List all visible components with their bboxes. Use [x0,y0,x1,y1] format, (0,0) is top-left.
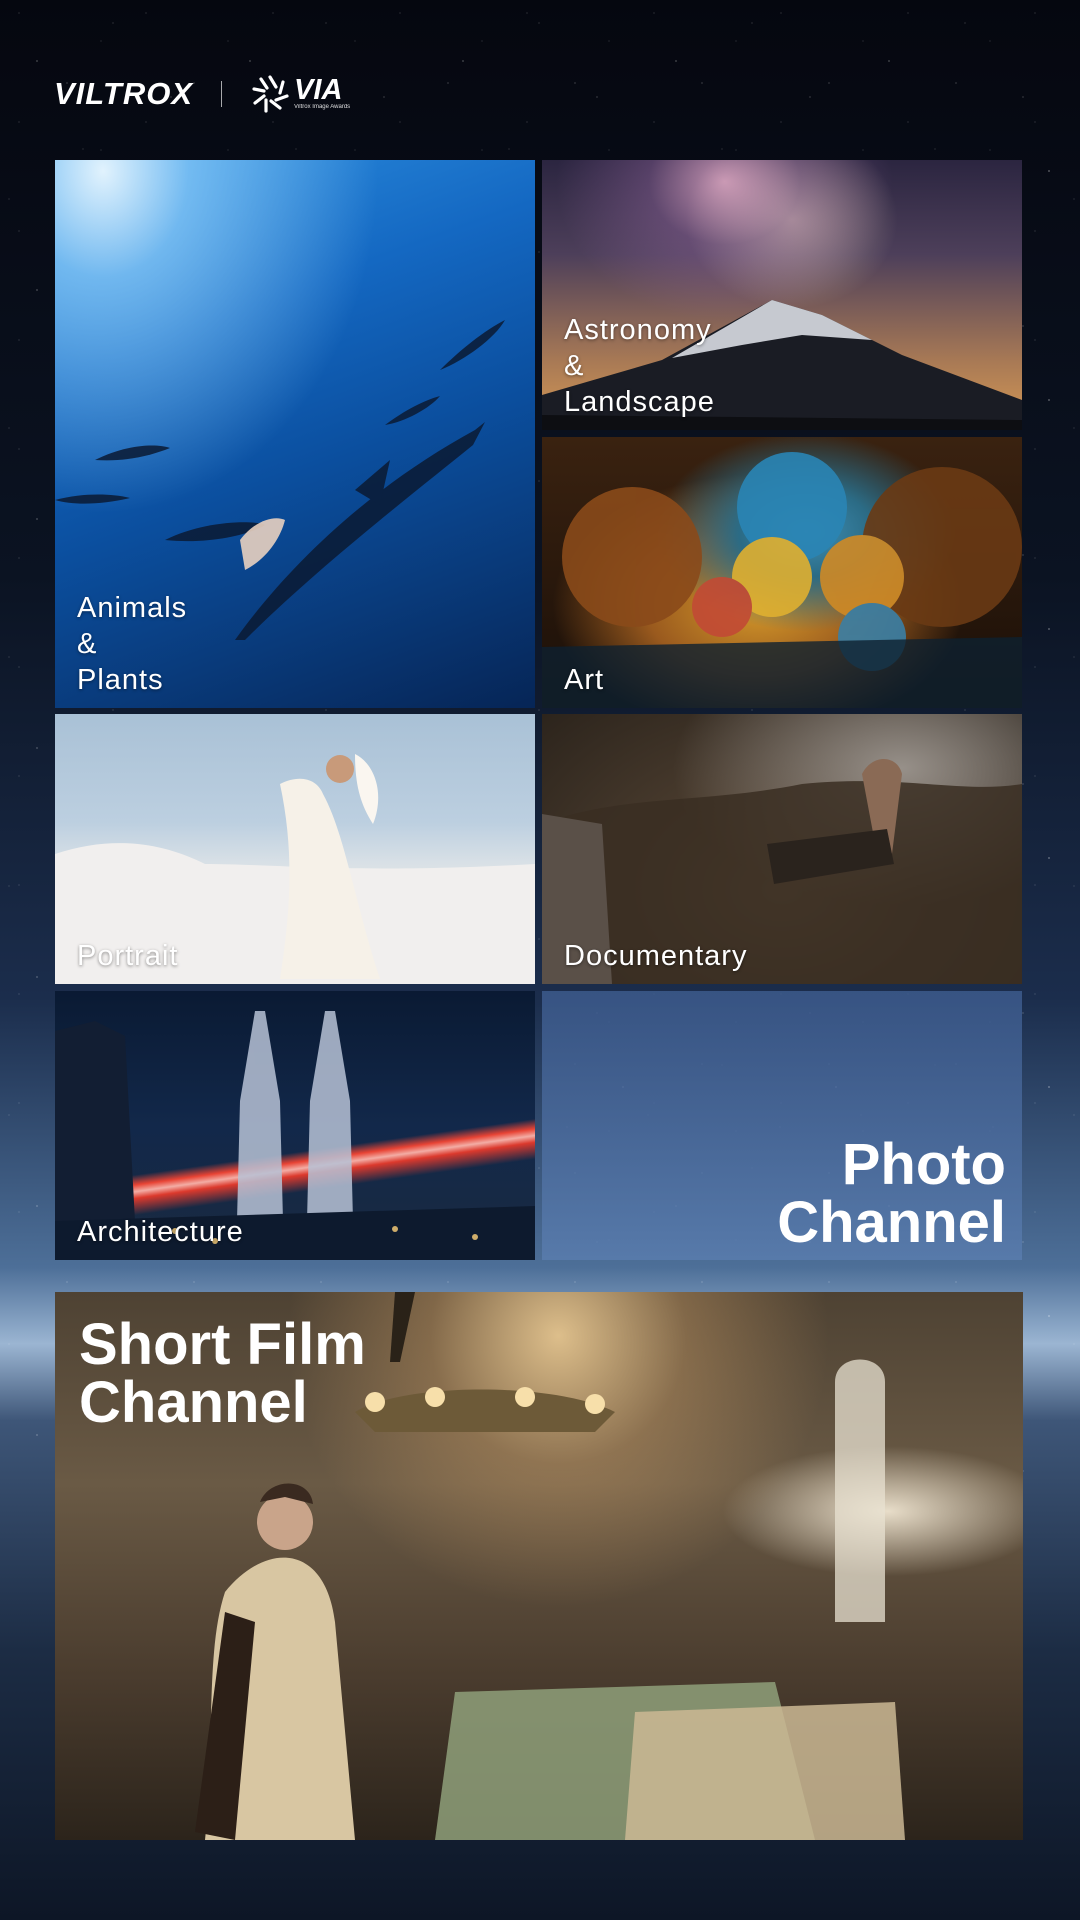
tile-label-astronomy-landscape: Astronomy & Landscape [564,314,715,418]
logo-divider [221,81,223,107]
tile-label-art: Art [564,664,605,696]
tile-label-portrait: Portrait [77,940,179,972]
header-logos: VILTROX VIA Viltrox Image Awards [54,72,350,116]
tile-portrait[interactable]: Portrait [55,714,535,984]
tile-short-film-channel[interactable]: Short Film Channel [55,1292,1023,1840]
photo-channel-title: Photo Channel [777,1132,1006,1255]
tile-label-animals-plants: Animals & Plants [77,592,188,696]
short-film-channel-title: Short Film Channel [79,1312,366,1435]
via-wordmark: VIA [294,74,343,106]
tile-label-architecture: Architecture [77,1216,244,1248]
tile-animals-plants[interactable]: Animals & Plants [55,160,535,708]
via-logo: VIA Viltrox Image Awards [248,72,350,116]
via-aperture-icon [252,75,289,113]
tile-astronomy-landscape[interactable]: Astronomy & Landscape [542,160,1022,430]
photo-channel-block: Photo Channel [542,991,1022,1260]
tile-label-documentary: Documentary [564,940,748,972]
tile-documentary[interactable]: Documentary [542,714,1022,984]
tile-art[interactable]: Art [542,437,1022,708]
umbrella-artist-photo [542,452,1022,708]
viltrox-logo: VILTROX [54,76,194,111]
tile-architecture[interactable]: Architecture [55,991,535,1260]
via-subtitle: Viltrox Image Awards [294,104,351,110]
